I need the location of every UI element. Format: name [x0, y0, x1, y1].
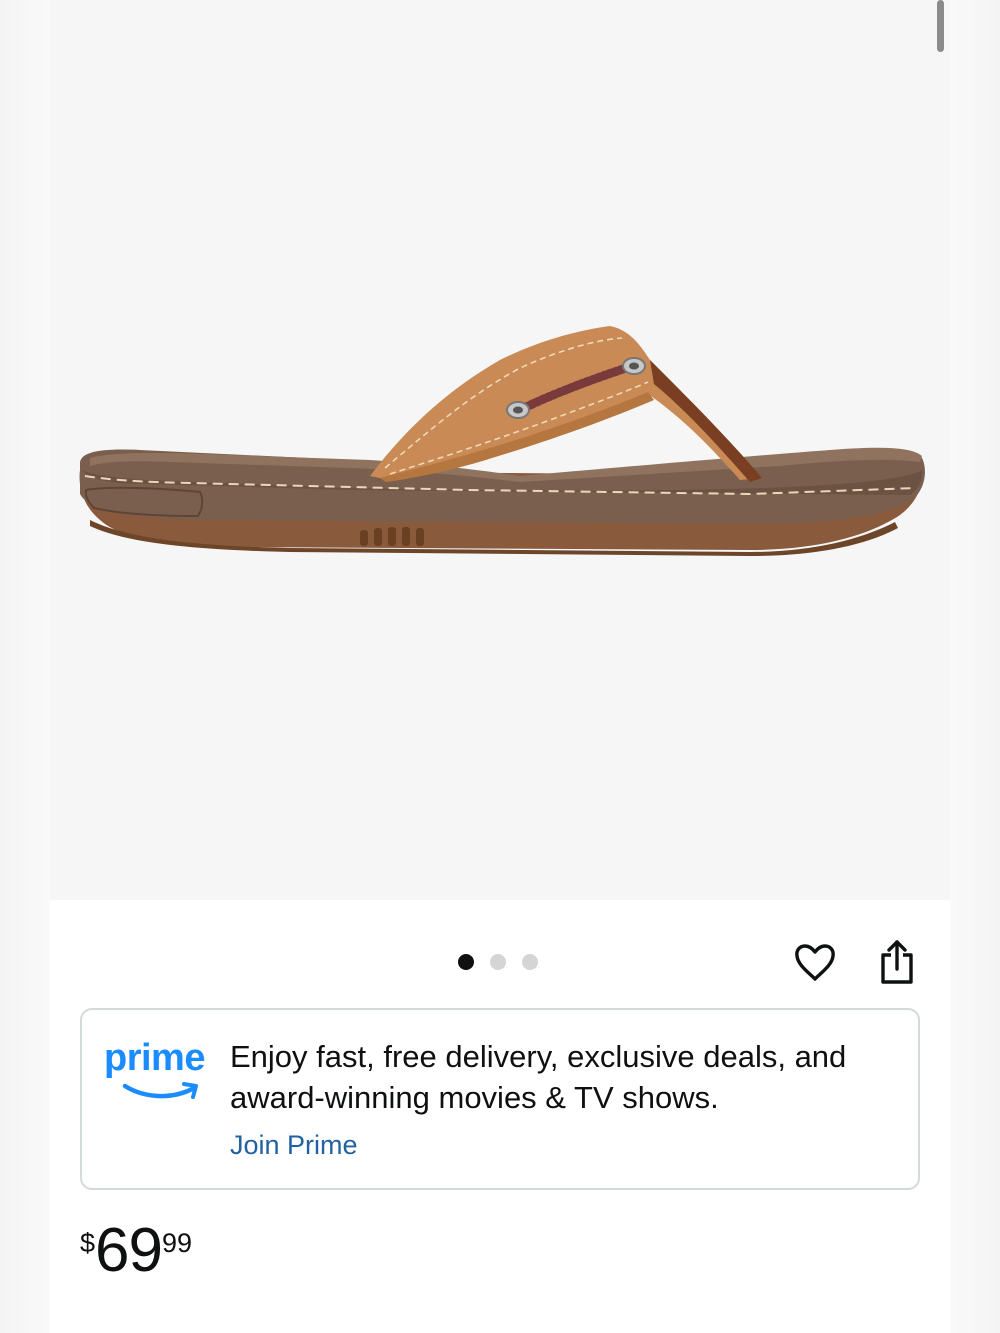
price-currency: $: [80, 1228, 96, 1258]
product-image: [79, 326, 925, 556]
prime-logo: prime: [104, 1038, 212, 1108]
scroll-indicator[interactable]: [937, 0, 944, 52]
heart-icon: [795, 944, 835, 981]
pagination-dot-active[interactable]: [458, 954, 474, 970]
product-details: prime Enjoy fast, free delivery, exclusi…: [50, 900, 950, 1333]
price-whole: 69: [95, 1216, 163, 1285]
right-margin: [950, 0, 1000, 1333]
pagination-dot[interactable]: [490, 954, 506, 970]
prime-smile-icon: [122, 1082, 198, 1099]
wishlist-button[interactable]: [792, 940, 838, 986]
product-image-gallery[interactable]: [50, 0, 950, 900]
pagination-dot[interactable]: [522, 954, 538, 970]
image-pagination-dots[interactable]: [458, 954, 538, 970]
left-margin: [0, 0, 50, 1333]
product-price: $ 69 99: [80, 1220, 192, 1282]
prime-logo-text: prime: [104, 1037, 205, 1079]
share-button[interactable]: [874, 938, 920, 986]
prime-message: Enjoy fast, free delivery, exclusive dea…: [230, 1039, 847, 1115]
join-prime-link[interactable]: Join Prime: [230, 1130, 358, 1161]
price-fraction: 99: [162, 1228, 193, 1258]
share-icon: [881, 940, 913, 984]
prime-promo-card: prime Enjoy fast, free delivery, exclusi…: [80, 1008, 920, 1190]
